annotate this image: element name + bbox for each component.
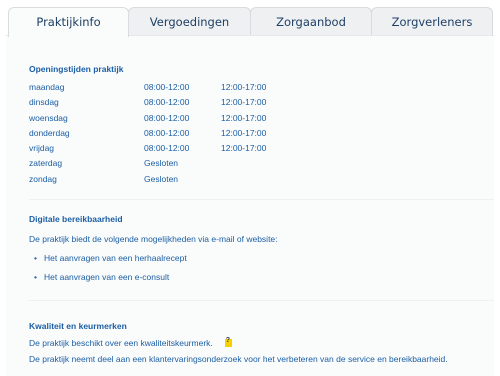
quality-statement: De praktijk beschikt over een kwaliteits…: [29, 338, 213, 348]
section-divider: [29, 199, 494, 200]
afternoon-hours: 12:00-17:00: [221, 97, 267, 107]
afternoon-hours: 12:00-17:00: [221, 128, 267, 138]
tab-praktijkinfo[interactable]: Praktijkinfo: [8, 7, 129, 37]
info-icon[interactable]: [224, 337, 232, 347]
tab-bar: Praktijkinfo Vergoedingen Zorgaanbod Zor…: [0, 0, 500, 37]
section-divider: [29, 300, 494, 301]
digital-intro: De praktijk biedt de volgende mogelijkhe…: [29, 234, 278, 244]
quality-line-1: De praktijk beschikt over een kwaliteits…: [29, 337, 232, 348]
morning-hours: 08:00-12:00: [144, 113, 190, 123]
tab-vergoedingen[interactable]: Vergoedingen: [128, 7, 251, 36]
afternoon-hours: 12:00-17:00: [221, 143, 267, 153]
morning-hours: 08:00-12:00: [144, 97, 190, 107]
tab-zorgverleners[interactable]: Zorgverleners: [371, 7, 493, 36]
day-label: zaterdag: [29, 158, 63, 168]
morning-hours: Gesloten: [144, 174, 179, 184]
list-item: Het aanvragen van een herhaalrecept: [29, 253, 187, 263]
day-label: dinsdag: [29, 97, 59, 107]
morning-hours: 08:00-12:00: [144, 143, 190, 153]
tab-zorgaanbod[interactable]: Zorgaanbod: [250, 7, 372, 36]
morning-hours: 08:00-12:00: [144, 128, 190, 138]
list-item: Het aanvragen van een e-consult: [29, 272, 169, 282]
morning-hours: 08:00-12:00: [144, 82, 190, 92]
opening-hours-heading: Openingstijden praktijk: [29, 64, 124, 74]
afternoon-hours: 12:00-17:00: [221, 113, 267, 123]
day-label: zondag: [29, 174, 57, 184]
morning-hours: Gesloten: [144, 158, 179, 168]
digital-heading: Digitale bereikbaarheid: [29, 214, 123, 224]
day-label: donderdag: [29, 128, 70, 138]
quality-line-2: De praktijk neemt deel aan een klanterva…: [29, 354, 448, 364]
day-label: woensdag: [29, 113, 68, 123]
quality-heading: Kwaliteit en keurmerken: [29, 321, 127, 331]
tab-panel-praktijkinfo: Openingstijden praktijk maandag 08:00-12…: [6, 35, 494, 376]
day-label: maandag: [29, 82, 65, 92]
afternoon-hours: 12:00-17:00: [221, 82, 267, 92]
day-label: vrijdag: [29, 143, 55, 153]
